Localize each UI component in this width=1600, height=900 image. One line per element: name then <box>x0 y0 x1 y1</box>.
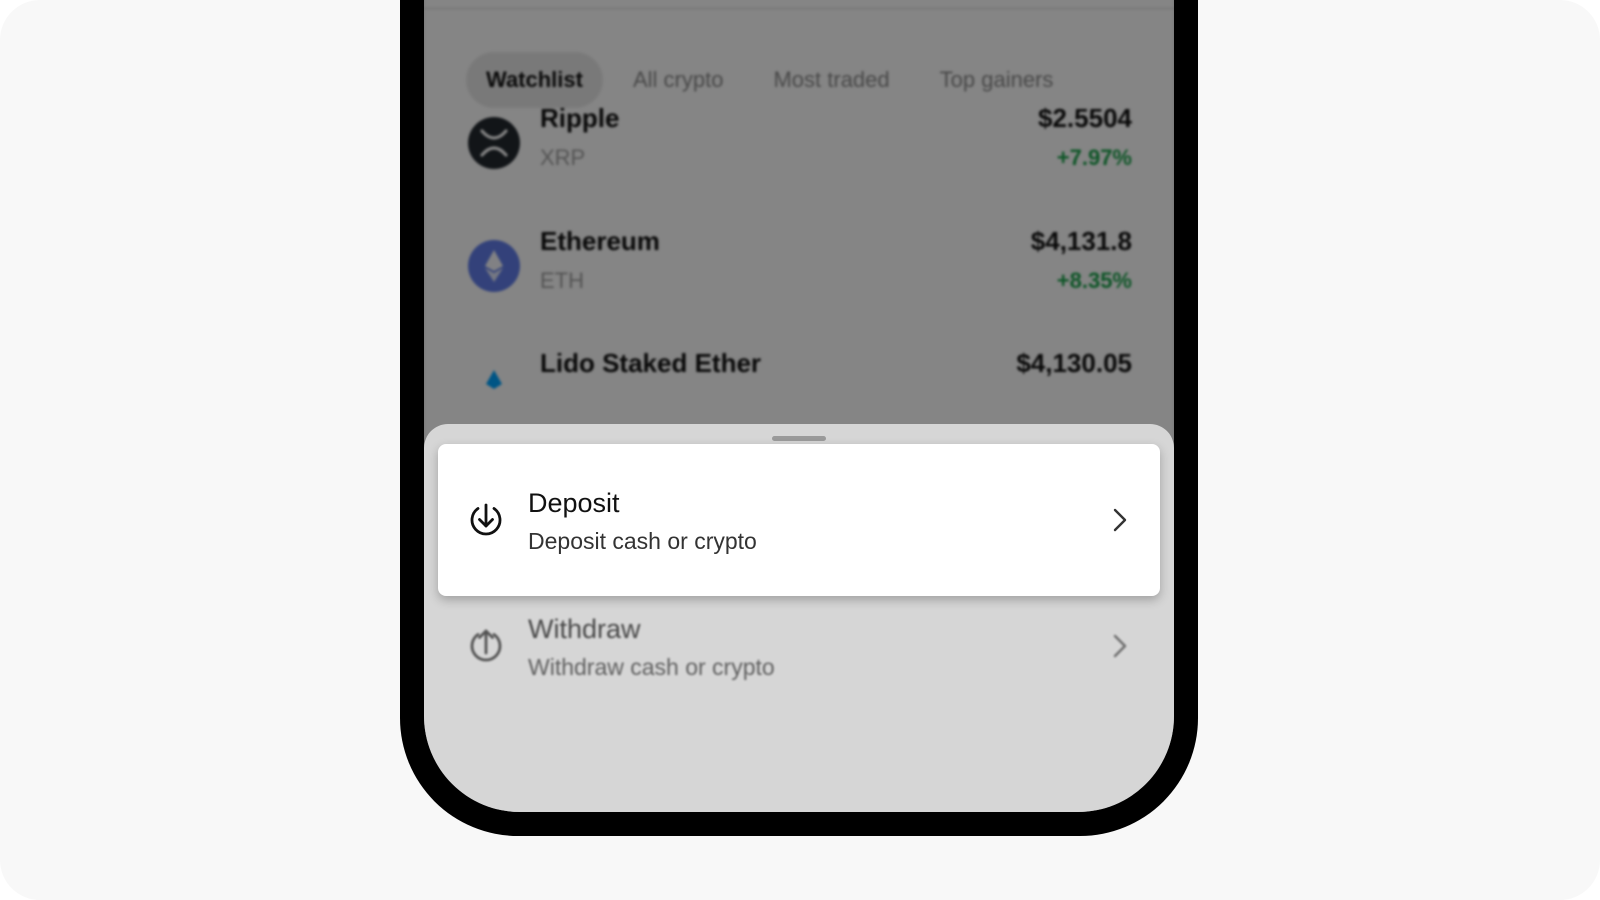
withdraw-option[interactable]: Withdraw Withdraw cash or crypto <box>438 570 1160 722</box>
deposit-title: Deposit <box>528 488 620 518</box>
canvas-background: Watchlist All crypto Most traded Top gai… <box>0 0 1600 900</box>
withdraw-arrow-up-icon <box>466 626 506 666</box>
bottom-sheet: Deposit Deposit cash or crypto Withdraw … <box>424 424 1174 812</box>
phone-frame: Watchlist All crypto Most traded Top gai… <box>400 0 1198 836</box>
chevron-right-icon <box>1104 504 1136 536</box>
chevron-right-icon <box>1104 630 1136 662</box>
withdraw-subtitle: Withdraw cash or crypto <box>528 654 775 680</box>
phone-screen: Watchlist All crypto Most traded Top gai… <box>424 0 1174 812</box>
sheet-drag-handle[interactable] <box>772 436 826 441</box>
withdraw-title: Withdraw <box>528 614 641 644</box>
deposit-subtitle: Deposit cash or crypto <box>528 528 757 554</box>
deposit-arrow-down-icon <box>466 500 506 540</box>
